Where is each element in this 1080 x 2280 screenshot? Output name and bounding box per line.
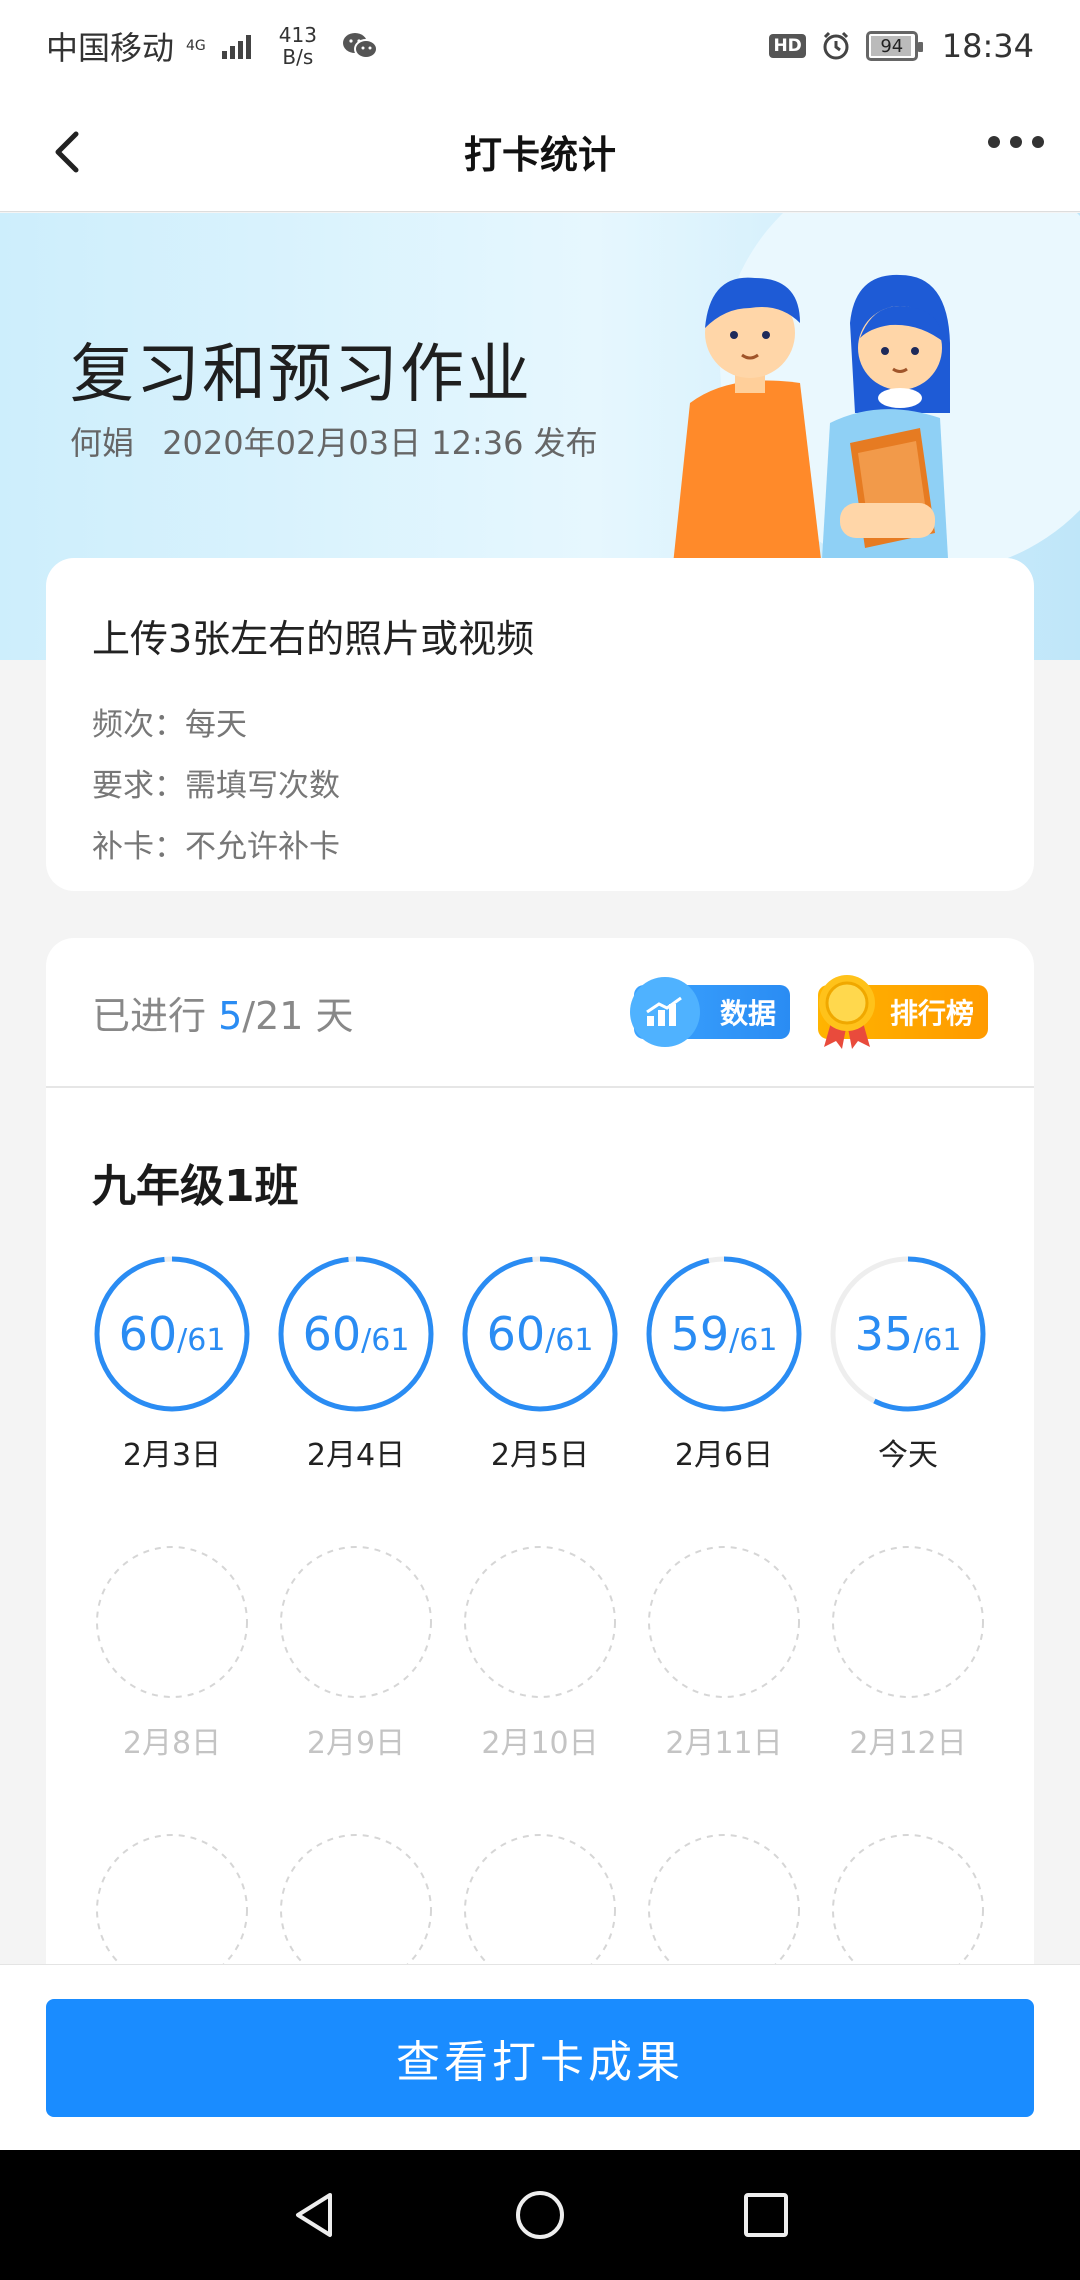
author-name: 何娟 (70, 424, 135, 462)
makeup-row: 补卡：不允许补卡 (92, 829, 340, 865)
future-day: 2月10日 (460, 1542, 620, 1762)
days-total: /21 天 (242, 993, 354, 1038)
class-name: 九年级1班 (92, 1161, 299, 1212)
status-bar: 中国移动 4G 413 B/s HD 94 18:34 (0, 0, 1080, 92)
page-title: 打卡统计 (463, 133, 616, 177)
wechat-icon (342, 33, 378, 59)
future-day (644, 1830, 804, 1978)
future-day: 2月12日 (828, 1542, 988, 1762)
net-speed-value: 413 (278, 23, 317, 47)
checked-count: 35 (854, 1307, 914, 1361)
publish-time: 2020年02月03日 12:36 发布 (162, 424, 598, 462)
progress-text: 已进行 5/21 天 (92, 985, 354, 1040)
ranking-button[interactable]: 排行榜 (818, 975, 988, 1049)
more-icon[interactable] (988, 136, 1044, 148)
task-description: 上传3张左右的照片或视频 (92, 617, 535, 661)
ranking-button-label: 排行榜 (889, 997, 974, 1030)
clock: 18:34 (941, 27, 1034, 65)
empty-ring (464, 1834, 616, 1978)
signal-icon (221, 33, 251, 59)
total-count: /61 (545, 1322, 594, 1358)
requirement-row: 要求：需填写次数 (92, 768, 340, 804)
ring-count: 59/61 (644, 1254, 804, 1414)
empty-ring (832, 1834, 984, 1978)
day-stat[interactable]: 60/61 2月4日 (276, 1254, 436, 1474)
day-stat[interactable]: 60/61 2月5日 (460, 1254, 620, 1474)
data-button-label: 数据 (719, 997, 776, 1030)
future-day-date: 2月10日 (481, 1726, 599, 1761)
empty-ring (96, 1546, 248, 1698)
data-button[interactable]: 数据 (630, 977, 790, 1047)
empty-ring (832, 1546, 984, 1698)
day-stat[interactable]: 59/61 2月6日 (644, 1254, 804, 1474)
bottom-action-bar: 查看打卡成果 (0, 1964, 1080, 2150)
alarm-icon (823, 31, 849, 60)
checked-count: 60 (302, 1307, 362, 1361)
future-day-date: 2月8日 (122, 1726, 222, 1761)
day-stat[interactable]: 35/61 今天 (828, 1254, 988, 1474)
future-day-date: 2月12日 (849, 1726, 967, 1761)
carrier-name: 中国移动 (46, 29, 175, 67)
ring-count: 60/61 (92, 1254, 252, 1414)
day-date: 2月6日 (674, 1438, 774, 1473)
checked-count: 59 (670, 1307, 730, 1361)
chart-icon (630, 977, 700, 1047)
empty-ring (648, 1834, 800, 1978)
ring-count: 60/61 (276, 1254, 436, 1414)
day-date: 2月4日 (306, 1438, 406, 1473)
back-triangle-icon[interactable] (286, 2187, 342, 2243)
view-results-button[interactable]: 查看打卡成果 (46, 1999, 1034, 2117)
checked-count: 60 (486, 1307, 546, 1361)
system-nav-bar (0, 2150, 1080, 2280)
total-count: /61 (913, 1322, 962, 1358)
ring-count: 60/61 (460, 1254, 620, 1414)
battery-icon: 94 (865, 31, 923, 61)
future-day (828, 1830, 988, 1978)
progress-prefix: 已进行 (92, 993, 219, 1038)
assignment-meta: 何娟 2020年02月03日 12:36 发布 (70, 418, 598, 464)
future-day: 2月9日 (276, 1542, 436, 1762)
nav-bar: 打卡统计 (0, 92, 1080, 212)
total-count: /61 (361, 1322, 410, 1358)
net-speed: 413 B/s (279, 24, 317, 68)
assignment-info-card: 上传3张左右的照片或视频 频次：每天 要求：需填写次数 补卡：不允许补卡 (46, 558, 1034, 891)
days-done: 5 (218, 993, 243, 1038)
empty-ring (280, 1834, 432, 1978)
future-day: 2月8日 (92, 1542, 252, 1762)
future-day-date: 2月9日 (306, 1726, 406, 1761)
assignment-title: 复习和预习作业 (70, 338, 532, 412)
ring-count: 35/61 (828, 1254, 988, 1414)
future-day (92, 1830, 252, 1978)
back-icon[interactable] (40, 122, 100, 182)
empty-ring (464, 1546, 616, 1698)
day-date: 2月5日 (490, 1438, 590, 1473)
checkin-stats-card: 已进行 5/21 天 数据 排行榜 九年级1班 60/61 2月3日 60 /6… (46, 938, 1034, 1978)
future-day (460, 1830, 620, 1978)
total-count: /61 (177, 1322, 226, 1358)
day-stat[interactable]: 60/61 2月3日 (92, 1254, 252, 1474)
empty-ring (96, 1834, 248, 1978)
day-date: 2月3日 (122, 1438, 222, 1473)
network-type: 4G (186, 38, 206, 54)
future-day (276, 1830, 436, 1978)
net-speed-unit: B/s (282, 45, 314, 69)
medal-icon (819, 975, 875, 1049)
stats-header: 已进行 5/21 天 数据 排行榜 (46, 938, 1034, 1088)
checked-count: 60 (118, 1307, 178, 1361)
day-date: 今天 (878, 1438, 938, 1473)
recent-square-icon[interactable] (738, 2187, 794, 2243)
battery-level: 94 (880, 35, 904, 57)
empty-ring (280, 1546, 432, 1698)
total-count: /61 (729, 1322, 778, 1358)
frequency-row: 频次：每天 (92, 707, 247, 743)
hd-badge: HD (769, 34, 806, 58)
future-day: 2月11日 (644, 1542, 804, 1762)
future-day-date: 2月11日 (665, 1726, 783, 1761)
students-illustration (670, 274, 950, 593)
home-circle-icon[interactable] (512, 2187, 568, 2243)
empty-ring (648, 1546, 800, 1698)
